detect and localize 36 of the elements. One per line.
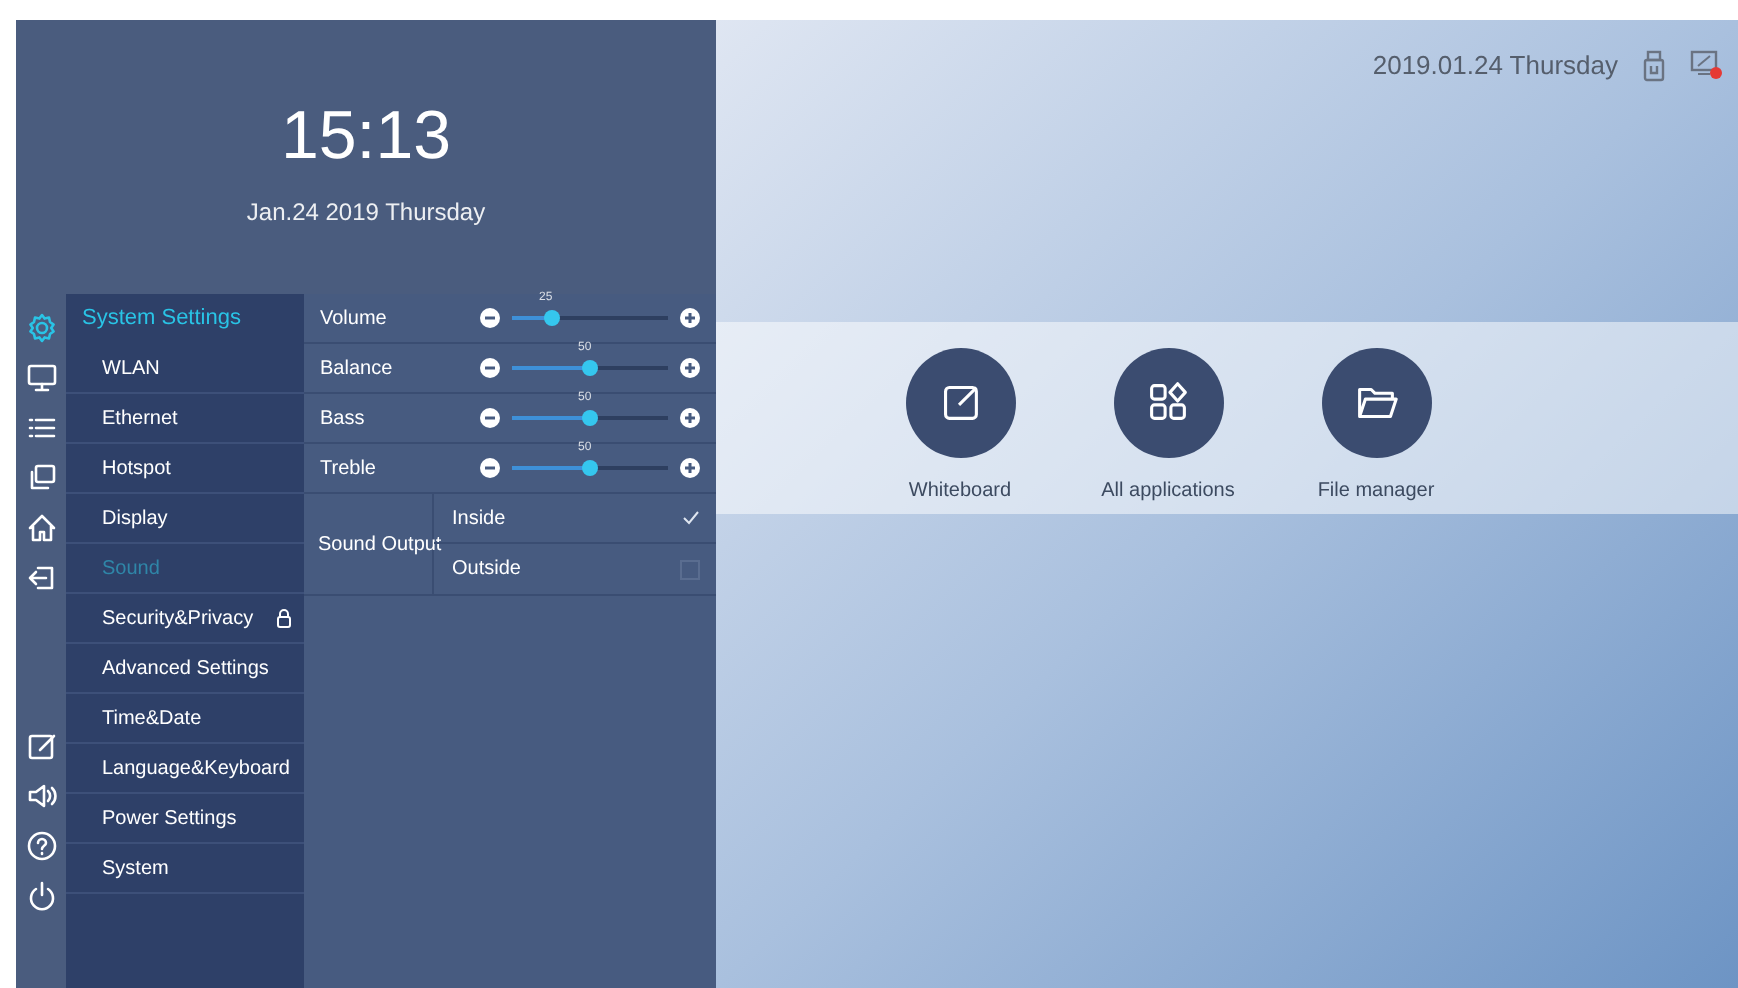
minus-icon[interactable]	[480, 458, 500, 478]
slider-label: Bass	[320, 405, 367, 433]
minus-icon[interactable]	[480, 408, 500, 428]
windows-icon[interactable]	[25, 461, 57, 493]
screen-icon[interactable]	[1690, 50, 1722, 81]
app-label[interactable]: All applications	[1101, 475, 1235, 505]
slider-label: Volume	[320, 305, 389, 333]
clock-date: Jan.24 2019 Thursday	[246, 195, 486, 229]
slider-thumb[interactable]	[582, 410, 598, 426]
power-icon[interactable]	[25, 879, 57, 911]
clock-time: 15:13	[280, 101, 452, 169]
slider-label: Treble	[320, 455, 378, 483]
menu-title: System Settings	[80, 304, 243, 335]
minus-icon[interactable]	[480, 358, 500, 378]
home-icon[interactable]	[25, 511, 57, 543]
output-option[interactable]: Inside	[452, 503, 506, 533]
app-label[interactable]: File manager	[1317, 475, 1435, 505]
slider-thumb[interactable]	[543, 310, 559, 326]
plus-icon[interactable]	[680, 458, 700, 478]
status-date: 2019.01.24 Thursday	[1372, 48, 1618, 84]
settings-icon[interactable]	[25, 311, 57, 343]
speaker-icon[interactable]	[25, 779, 57, 811]
exit-icon[interactable]	[25, 561, 57, 593]
app-label[interactable]: Whiteboard	[908, 475, 1012, 505]
help-icon[interactable]	[25, 829, 57, 861]
monitor-icon[interactable]	[25, 361, 57, 393]
slider-label: Balance	[320, 355, 395, 383]
plus-icon[interactable]	[680, 358, 700, 378]
slider-thumb[interactable]	[582, 460, 598, 476]
plus-icon[interactable]	[680, 408, 700, 428]
slider-thumb[interactable]	[582, 360, 598, 376]
output-option[interactable]: Outside	[452, 554, 521, 584]
usb-icon[interactable]	[1642, 49, 1666, 82]
minus-icon[interactable]	[480, 308, 500, 328]
edit-icon[interactable]	[25, 729, 57, 761]
plus-icon[interactable]	[680, 308, 700, 328]
